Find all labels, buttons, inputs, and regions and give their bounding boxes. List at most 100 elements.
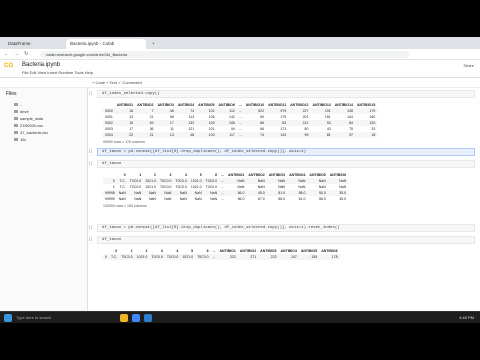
table-row: 0004 22 21 13 48 103 117... 74 143 99 81 97 18 [103,132,378,138]
code-cell[interactable]: df_taxon = pd.concat([df_list[0].drop_du… [97,224,475,232]
table-cell: T.C. [108,254,120,260]
dataframe-table: 0 1 2 3 4 5 6... ANTIBIO1 ANTIBIO2 ANTIBIO3 ANTIBI… [103,248,340,260]
tab-label: Bacteria.ipynb - Colab [70,41,115,46]
new-tab-button[interactable]: + [148,39,160,49]
table-cell: 247 [278,254,299,260]
menu-bar[interactable]: File Edit View Insert Runtime Tools Help [22,70,93,75]
cell-run-label[interactable]: [ ] [89,91,92,95]
file-item[interactable]: sample_data [14,116,43,121]
table-cell: 22 [114,132,136,138]
table-cell: 271 [237,254,259,260]
table-cell: 56.0 [318,197,326,201]
taskbar-clock: 4:46 PM [459,315,474,320]
tab-label: DataFrame [8,41,31,46]
table-cell: 18 [355,132,378,138]
code-cell[interactable]: df_taxon [97,236,475,244]
table-cell: T0C0.0 [119,254,135,260]
files-sidebar: Files .. drive sample_data 23S0000.csv 4… [0,88,88,323]
table-cell: NaN [179,197,187,201]
chrome-icon[interactable] [132,314,140,322]
dataframe-table: 0 1 2 3 4 5 6... ANTIBIO1 ANTIBIO2 ANTIBIO3 ANTIBI… [103,172,349,202]
table-cell: 178 [319,254,340,260]
cell-run-label[interactable]: [ ] [89,237,92,241]
table-cell: NaN [194,197,202,201]
toolbar-actions[interactable]: + Code + Text ✓ Connected [92,80,142,85]
table-cell: 99999 [105,197,115,201]
table-cell: 67.0 [257,197,265,201]
table-cell: 103 [196,132,217,138]
colab-header: CO Bacteria.ipynb File Edit View Insert … [0,60,480,78]
table-cell: NaN [118,197,126,201]
table-cell: NaN [210,197,218,201]
code-cell[interactable]: df_taxon = pd.concat([df_list[0].drop_du… [97,148,475,156]
file-icon [14,138,18,142]
folder-icon [14,110,18,114]
file-item-label: 23S0000.csv [20,123,44,128]
colab-logo: CO [4,63,13,69]
table-cell: 21 [135,132,156,138]
table-cell: 56.0 [278,197,286,201]
file-item[interactable]: 47_bacteria.csv [14,130,48,135]
table-cell: NaN [164,197,172,201]
notebook-main: [ ] df_index_selected.copy() ANTIBIO1 AN… [89,88,480,323]
table-cell: 13 [155,132,176,138]
table-cell: ... [221,197,225,201]
table-cell: 35.0 [339,197,347,201]
cell-run-label[interactable]: [ ] [89,149,92,153]
table-cell: T0C0.0 [195,254,211,260]
file-item-label: 47_bacteria.csv [20,130,49,135]
reload-icon[interactable]: ↻ [24,51,28,57]
notebook-toolbar: + Code + Text ✓ Connected [0,78,480,88]
file-icon [14,131,18,135]
file-icon [14,124,18,128]
table-cell: 222 [258,254,279,260]
cell-run-label[interactable]: [ ] [89,161,92,165]
table-cell: T0C0.0 [164,254,181,260]
code-cell[interactable]: df_index_selected.copy() [97,90,475,98]
browser-tab-active[interactable]: Bacteria.ipynb - Colab [66,39,146,49]
table-cell: 0004 [103,132,115,138]
browser-tab-strip: DataFrame Bacteria.ipynb - Colab + [0,37,480,49]
table-cell: 1021.0 [134,254,150,260]
table-cell: 74 [243,132,267,138]
folder-icon [14,117,18,121]
back-icon[interactable]: ← [4,51,9,57]
notebook-title[interactable]: Bacteria.ipynb [22,62,60,68]
table-row: 0 T.C. T0C0.0 1021.0 T0C0.0 T0C0.0 1021.0 T0C0.… [103,254,340,260]
address-bar-row: ← → ↻ colab.research.google.com/drive/1f… [0,49,480,60]
file-item[interactable]: 16L [14,137,27,142]
sidebar-title: Files [6,91,17,97]
table-cell: 117 [216,132,237,138]
table-cell: 48 [175,132,197,138]
table-caption: 100000 rows × 183 columns [103,204,147,208]
table-caption: 99999 rows × 176 columns [103,140,145,144]
explorer-icon[interactable] [120,314,128,322]
file-item-label: .. [20,102,23,107]
table-cell: 1021.0 [180,254,196,260]
app-icon[interactable] [144,314,152,322]
file-item-label: 16L [20,137,27,142]
start-icon[interactable] [4,314,12,322]
taskbar-search[interactable]: Type here to search [16,315,51,320]
browser-tab[interactable]: DataFrame [4,39,64,49]
forward-icon[interactable]: → [14,51,19,57]
file-item-label: sample_data [20,116,43,121]
cell-run-label[interactable]: [ ] [89,225,92,229]
code-cell[interactable]: df_taxon [97,160,475,168]
folder-icon [14,103,18,107]
taskbar: Type here to search 4:46 PM [0,311,480,323]
file-item[interactable]: drive [14,109,29,114]
table-cell: ... [236,132,244,138]
file-item[interactable]: .. [14,102,22,107]
table-cell: 222 [217,254,238,260]
file-item[interactable]: 23S0000.csv [14,123,43,128]
table-cell: 61.0 [298,197,306,201]
table-cell: NaN [148,197,156,201]
table-cell: 99 [288,132,311,138]
url-input[interactable]: colab.research.google.com/drive/1fz_Bact… [40,51,410,58]
screen: DataFrame Bacteria.ipynb - Colab + ← → ↻… [0,37,480,323]
share-button[interactable]: Share [463,63,474,68]
dataframe-table: ANTIBIO1 ANTIBIO2 ANTIBIO3 ANTIBIO4 ANTI… [103,102,378,138]
table-cell: 155 [298,254,320,260]
table-cell: NaN [134,197,142,201]
